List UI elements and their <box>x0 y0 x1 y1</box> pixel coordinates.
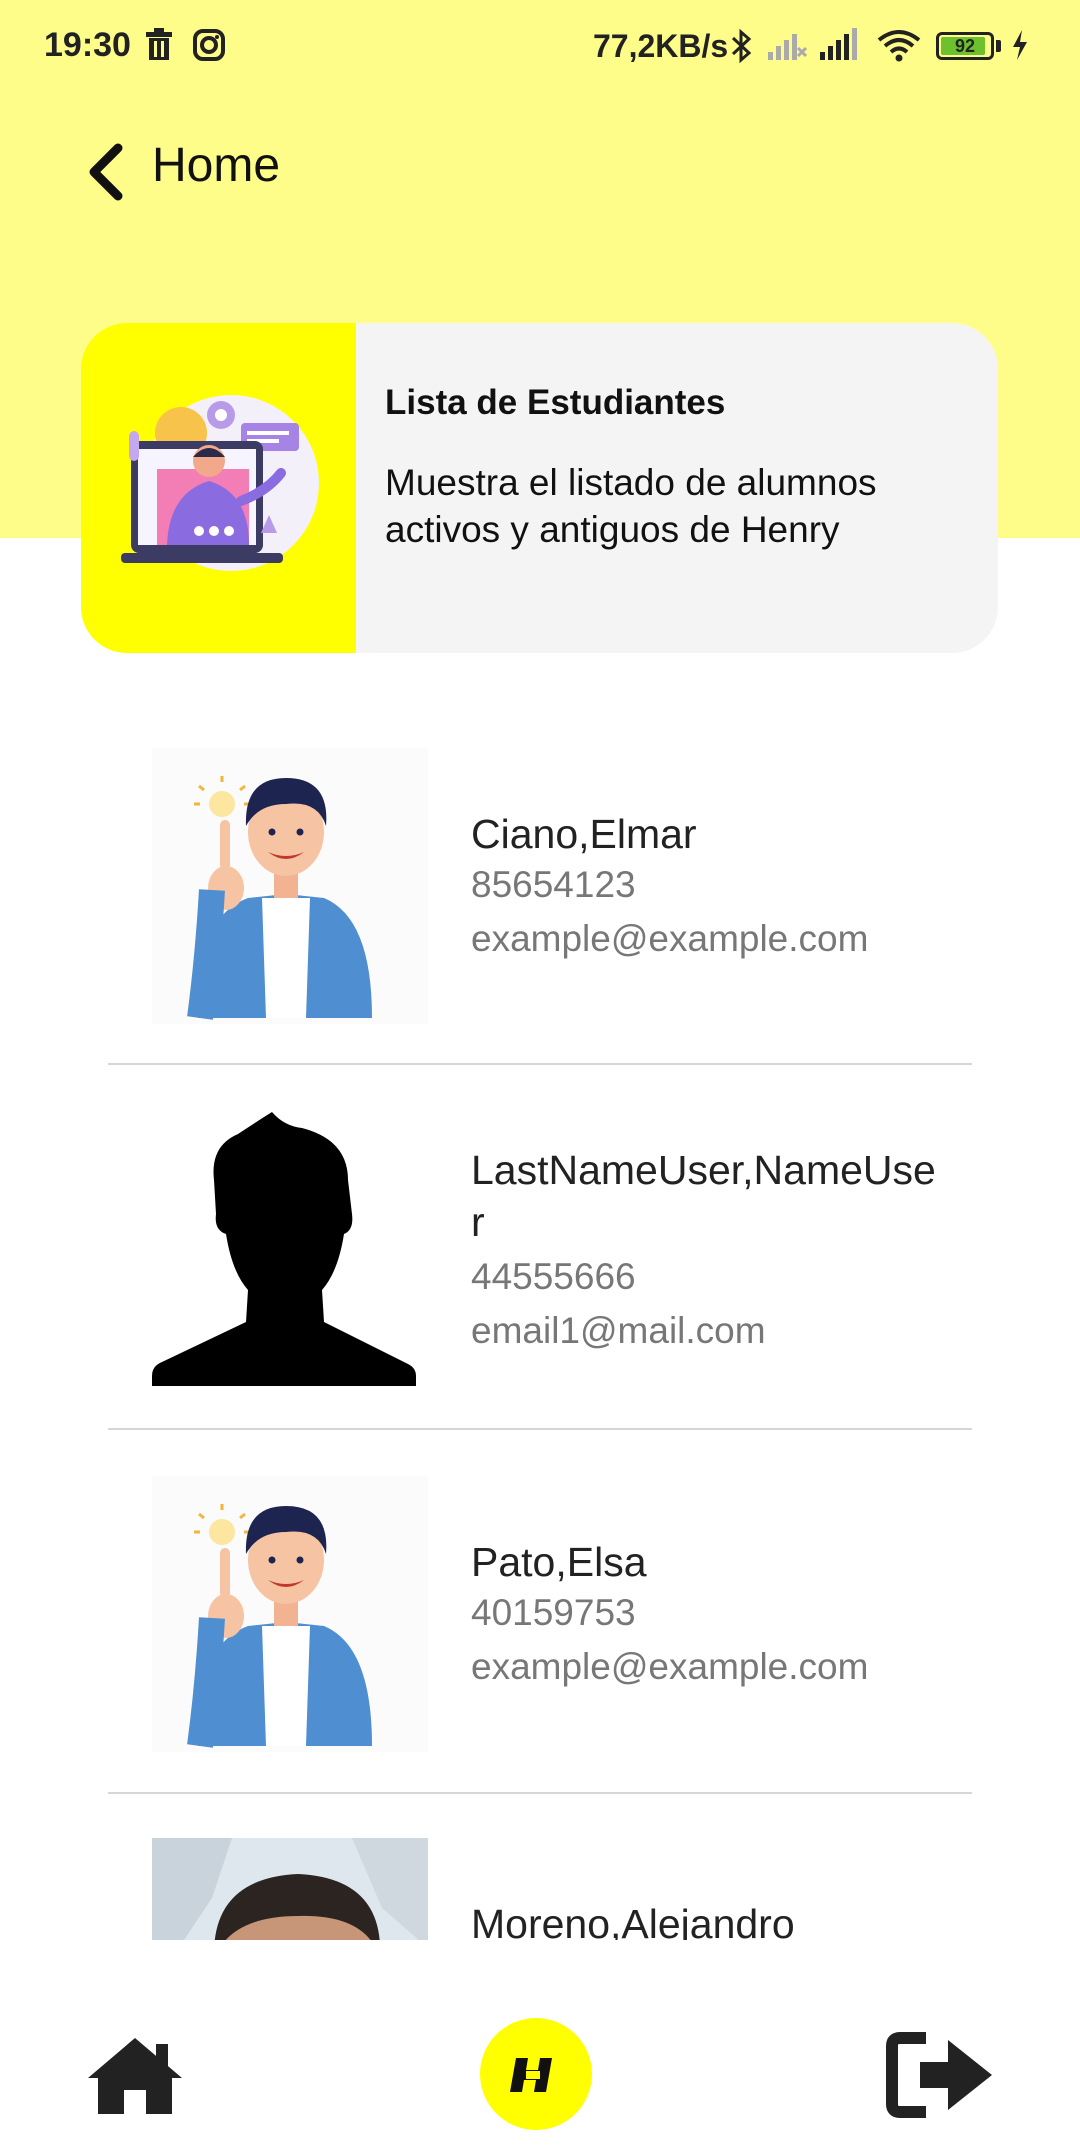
home-icon <box>84 2038 186 2122</box>
logout-button[interactable] <box>886 2030 998 2125</box>
student-email: example@example.com <box>471 918 869 959</box>
student-name: Ciano,Elmar <box>471 811 697 857</box>
card-title: Lista de Estudiantes <box>385 383 726 422</box>
logout-icon <box>886 2032 998 2124</box>
henry-button[interactable] <box>480 2018 592 2135</box>
info-card: Lista de Estudiantes Muestra el listado … <box>81 323 998 653</box>
student-dni: 40159753 <box>471 1592 636 1633</box>
photo-avatar <box>152 1838 428 1940</box>
status-time: 19:30 <box>44 26 131 64</box>
student-list[interactable]: Ciano,Elmar 85654123 example@example.com… <box>0 720 1080 1940</box>
divider <box>108 1428 972 1430</box>
list-item[interactable]: Pato,Elsa 40159753 example@example.com <box>108 1476 972 1766</box>
page-title: Home <box>152 139 281 192</box>
battery-tip <box>996 40 1001 52</box>
divider <box>108 1792 972 1794</box>
chevron-left-icon <box>80 143 130 208</box>
divider <box>108 1063 972 1065</box>
battery-icon: 92 <box>936 32 994 60</box>
student-name: Moreno,Alejandro <box>471 1901 795 1940</box>
home-button[interactable] <box>84 2034 186 2123</box>
wifi-icon <box>876 28 922 67</box>
charging-icon <box>1010 28 1030 67</box>
list-item[interactable]: LastNameUser,NameUser 44555666 email1@ma… <box>108 1100 972 1400</box>
student-dni: 44555666 <box>471 1256 636 1297</box>
silhouette-avatar <box>152 1110 428 1386</box>
student-name: Pato,Elsa <box>471 1539 647 1585</box>
student-name: LastNameUser,NameUser <box>471 1147 936 1245</box>
student-email: email1@mail.com <box>471 1310 766 1351</box>
student-email: example@example.com <box>471 1646 869 1687</box>
bluetooth-icon <box>730 28 754 69</box>
henry-logo-icon <box>480 2018 592 2134</box>
card-illustration <box>81 323 356 653</box>
network-speed: 77,2KB/s <box>593 28 729 64</box>
list-item[interactable]: Moreno,Alejandro <box>108 1838 972 1940</box>
battery-level: 92 <box>954 36 976 56</box>
list-item[interactable]: Ciano,Elmar 85654123 example@example.com <box>108 748 972 1038</box>
status-bar: 19:30 77,2KB/s 92 <box>0 0 1080 96</box>
signal-weak-icon <box>766 28 808 67</box>
signal-icon <box>818 28 862 67</box>
back-button[interactable] <box>80 140 140 204</box>
cartoon-man-avatar <box>152 1476 428 1752</box>
instagram-icon <box>192 28 226 67</box>
student-dni: 85654123 <box>471 864 636 905</box>
trash-icon <box>144 28 174 67</box>
bottom-nav <box>0 1940 1080 2156</box>
cartoon-man-avatar <box>152 748 428 1024</box>
card-description: Muestra el listado de alumnos activos y … <box>385 462 877 550</box>
